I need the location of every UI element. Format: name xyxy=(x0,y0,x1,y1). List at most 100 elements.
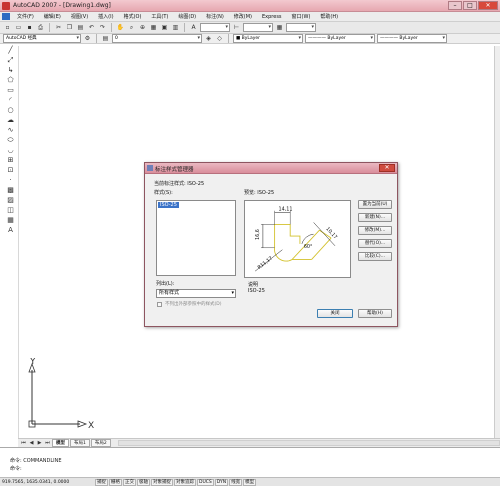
paste-icon[interactable]: ▤ xyxy=(76,23,85,32)
dimension-style-select[interactable] xyxy=(243,23,273,32)
redo-icon[interactable]: ↷ xyxy=(98,23,107,32)
workspace-select[interactable]: AutoCAD 经典 xyxy=(3,34,81,43)
table-style-icon[interactable]: ▦ xyxy=(275,23,284,32)
menu-insert[interactable]: 插入(I) xyxy=(93,13,118,20)
style-item-iso-25[interactable]: ISO-25 xyxy=(158,202,179,208)
ellipse-icon[interactable]: ⬭ xyxy=(6,136,15,145)
menu-window[interactable]: 窗口(W) xyxy=(287,13,316,20)
otrack-toggle[interactable]: 对象追踪 xyxy=(174,478,196,486)
menu-view[interactable]: 视图(V) xyxy=(66,13,93,20)
lineweight-select[interactable]: ———— ByLayer xyxy=(377,34,447,43)
styles-list[interactable]: ISO-25 xyxy=(156,200,236,276)
list-filter-select[interactable]: 所有样式 xyxy=(156,289,236,298)
dialog-close-icon[interactable]: ✕ xyxy=(379,164,395,172)
pan-icon[interactable]: ✋ xyxy=(116,23,125,32)
override-style-button[interactable]: 替代(O)... xyxy=(358,239,392,248)
next-tab-icon[interactable]: ▶ xyxy=(36,440,43,447)
polygon-icon[interactable]: ⬠ xyxy=(6,76,15,85)
dyn-toggle[interactable]: DYN xyxy=(214,478,229,486)
circle-icon[interactable]: ○ xyxy=(6,106,15,115)
text-style-icon[interactable]: A xyxy=(189,23,198,32)
maximize-button[interactable]: □ xyxy=(463,1,477,10)
polar-toggle[interactable]: 极轴 xyxy=(137,478,150,486)
text-style-select[interactable] xyxy=(200,23,230,32)
ortho-toggle[interactable]: 正交 xyxy=(123,478,136,486)
menu-format[interactable]: 格式(O) xyxy=(119,13,147,20)
ducs-toggle[interactable]: DUCS xyxy=(197,478,214,486)
vertical-scrollbar[interactable] xyxy=(494,46,500,438)
cut-icon[interactable]: ✂ xyxy=(54,23,63,32)
open-file-icon[interactable]: ▭ xyxy=(14,23,23,32)
tab-model[interactable]: 模型 xyxy=(52,439,69,447)
menu-draw[interactable]: 绘图(D) xyxy=(173,13,201,20)
design-center-icon[interactable]: ▣ xyxy=(160,23,169,32)
insert-block-icon[interactable]: ⊞ xyxy=(6,156,15,165)
hatch-icon[interactable]: ▩ xyxy=(6,186,15,195)
menu-tools[interactable]: 工具(T) xyxy=(146,13,173,20)
layer-select[interactable]: 0 xyxy=(112,34,202,43)
zoom-window-icon[interactable]: ⊕ xyxy=(138,23,147,32)
copy-icon[interactable]: ❐ xyxy=(65,23,74,32)
table-icon[interactable]: ▦ xyxy=(6,216,15,225)
table-style-select[interactable] xyxy=(286,23,316,32)
ellipse-arc-icon[interactable]: ◡ xyxy=(6,146,15,155)
make-current-layer-icon[interactable]: ◈ xyxy=(204,34,213,43)
print-icon[interactable]: ⎙ xyxy=(36,23,45,32)
layer-previous-icon[interactable]: ◇ xyxy=(215,34,224,43)
tool-palette-icon[interactable]: ▥ xyxy=(171,23,180,32)
region-icon[interactable]: ◫ xyxy=(6,206,15,215)
zoom-icon[interactable]: ⌕ xyxy=(127,23,136,32)
menu-dimension[interactable]: 标注(N) xyxy=(201,13,229,20)
prev-tab-icon[interactable]: ◀ xyxy=(28,440,35,447)
first-tab-icon[interactable]: ⏮ xyxy=(20,440,27,447)
lineweight-toggle[interactable]: 线宽 xyxy=(229,478,243,486)
dimension-style-icon[interactable]: ⊢ xyxy=(232,23,241,32)
spline-icon[interactable]: ∿ xyxy=(6,126,15,135)
menu-express[interactable]: Express xyxy=(257,14,287,20)
gradient-icon[interactable]: ▨ xyxy=(6,196,15,205)
coordinates-readout[interactable]: 919.7565, 1635.0341, 0.0000 xyxy=(2,480,94,485)
workspace-settings-icon[interactable]: ⚙ xyxy=(83,34,92,43)
save-icon[interactable]: ▪ xyxy=(25,23,34,32)
modify-style-button[interactable]: 修改(M)... xyxy=(358,226,392,235)
exclude-xref-checkbox[interactable] xyxy=(157,302,162,307)
rectangle-icon[interactable]: ▭ xyxy=(6,86,15,95)
close-dialog-button[interactable]: 关闭 xyxy=(317,309,353,318)
command-window[interactable]: 命令: COMMANDLINE 命令: xyxy=(0,447,500,477)
last-tab-icon[interactable]: ⏭ xyxy=(44,440,51,447)
help-button[interactable]: 帮助(H) xyxy=(358,309,392,318)
osnap-toggle[interactable]: 对象捕捉 xyxy=(151,478,173,486)
point-icon[interactable]: · xyxy=(6,176,15,185)
menu-modify[interactable]: 修改(M) xyxy=(229,13,257,20)
polyline-icon[interactable]: ↳ xyxy=(6,66,15,75)
properties-icon[interactable]: ▦ xyxy=(149,23,158,32)
close-window-button[interactable]: ✕ xyxy=(478,1,498,10)
construction-line-icon[interactable]: ⤢ xyxy=(6,56,15,65)
minimize-button[interactable]: – xyxy=(448,1,462,10)
layer-manager-icon[interactable]: ▤ xyxy=(101,34,110,43)
tab-layout1[interactable]: 布局1 xyxy=(70,439,90,447)
new-file-icon[interactable]: ▫ xyxy=(3,23,12,32)
dialog-title-bar[interactable]: 标注样式管理器 ✕ xyxy=(145,163,397,174)
model-toggle[interactable]: 模型 xyxy=(243,478,257,486)
multiline-text-icon[interactable]: A xyxy=(6,226,15,235)
menu-file[interactable]: 文件(F) xyxy=(12,13,39,20)
line-tool-icon[interactable]: ╱ xyxy=(6,46,15,55)
set-current-button[interactable]: 置为当前(U) xyxy=(358,200,392,209)
menu-edit[interactable]: 编辑(E) xyxy=(39,13,66,20)
menu-help[interactable]: 帮助(H) xyxy=(315,13,343,20)
undo-icon[interactable]: ↶ xyxy=(87,23,96,32)
arc-icon[interactable]: ◜ xyxy=(6,96,15,105)
autocad-app-icon[interactable] xyxy=(2,2,10,10)
horizontal-scrollbar[interactable] xyxy=(117,440,500,446)
compare-styles-button[interactable]: 比较(C)... xyxy=(358,252,392,261)
color-select[interactable]: ■ ByLayer xyxy=(233,34,303,43)
make-block-icon[interactable]: ⊡ xyxy=(6,166,15,175)
snap-toggle[interactable]: 捕捉 xyxy=(95,478,108,486)
new-style-button[interactable]: 新建(N)... xyxy=(358,213,392,222)
document-icon[interactable] xyxy=(2,13,10,20)
command-prompt[interactable]: 命令: xyxy=(10,465,22,472)
tab-layout2[interactable]: 布局2 xyxy=(90,439,111,447)
grid-toggle[interactable]: 栅格 xyxy=(109,478,122,486)
revision-cloud-icon[interactable]: ☁ xyxy=(6,116,15,125)
